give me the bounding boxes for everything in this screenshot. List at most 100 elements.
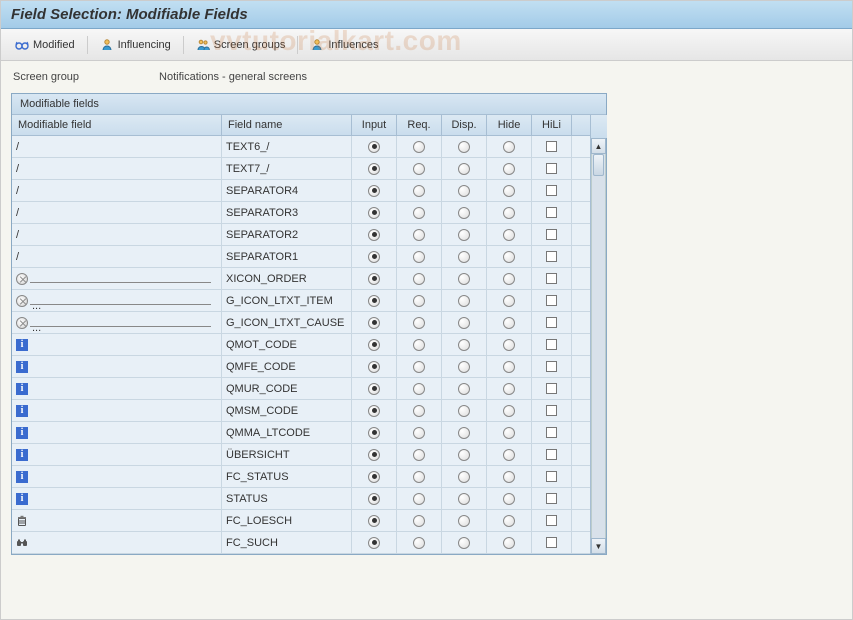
cell-field-name[interactable]: FC_SUCH: [222, 532, 352, 553]
cell-disp[interactable]: [442, 400, 487, 421]
hide-radio[interactable]: [503, 273, 515, 285]
cell-hide[interactable]: [487, 202, 532, 223]
table-row[interactable]: /TEXT7_/: [12, 158, 590, 180]
input-radio[interactable]: [368, 273, 380, 285]
req-radio[interactable]: [413, 163, 425, 175]
input-radio[interactable]: [368, 141, 380, 153]
cell-hide[interactable]: [487, 510, 532, 531]
cell-hili[interactable]: [532, 532, 572, 553]
req-radio[interactable]: [413, 207, 425, 219]
cell-hili[interactable]: [532, 180, 572, 201]
hide-radio[interactable]: [503, 295, 515, 307]
hili-checkbox[interactable]: [546, 185, 557, 196]
cell-modifiable-field[interactable]: i: [12, 466, 222, 487]
disp-radio[interactable]: [458, 471, 470, 483]
input-radio[interactable]: [368, 207, 380, 219]
input-radio[interactable]: [368, 405, 380, 417]
table-row[interactable]: iFC_STATUS: [12, 466, 590, 488]
cell-modifiable-field[interactable]: i: [12, 356, 222, 377]
cell-req[interactable]: [397, 334, 442, 355]
cell-req[interactable]: [397, 532, 442, 553]
cell-hili[interactable]: [532, 290, 572, 311]
cell-field-name[interactable]: QMUR_CODE: [222, 378, 352, 399]
cell-input[interactable]: [352, 356, 397, 377]
cell-hide[interactable]: [487, 532, 532, 553]
hide-radio[interactable]: [503, 163, 515, 175]
cell-field-name[interactable]: G_ICON_LTXT_CAUSE: [222, 312, 352, 333]
cell-disp[interactable]: [442, 466, 487, 487]
hili-checkbox[interactable]: [546, 229, 557, 240]
cell-field-name[interactable]: QMOT_CODE: [222, 334, 352, 355]
cell-hili[interactable]: [532, 224, 572, 245]
cell-input[interactable]: [352, 488, 397, 509]
hide-radio[interactable]: [503, 185, 515, 197]
disp-radio[interactable]: [458, 295, 470, 307]
cell-field-name[interactable]: QMFE_CODE: [222, 356, 352, 377]
cell-disp[interactable]: [442, 290, 487, 311]
table-row[interactable]: /SEPARATOR3: [12, 202, 590, 224]
hili-checkbox[interactable]: [546, 295, 557, 306]
table-row[interactable]: iQMFE_CODE: [12, 356, 590, 378]
cell-req[interactable]: [397, 356, 442, 377]
cell-disp[interactable]: [442, 268, 487, 289]
disp-radio[interactable]: [458, 207, 470, 219]
cell-hide[interactable]: [487, 180, 532, 201]
cell-hili[interactable]: [532, 312, 572, 333]
hide-radio[interactable]: [503, 405, 515, 417]
cell-req[interactable]: [397, 510, 442, 531]
table-row[interactable]: iQMOT_CODE: [12, 334, 590, 356]
cell-input[interactable]: [352, 312, 397, 333]
cell-req[interactable]: [397, 378, 442, 399]
req-radio[interactable]: [413, 471, 425, 483]
col-header-modifiable-field[interactable]: Modifiable field: [12, 115, 222, 135]
col-header-input[interactable]: Input: [352, 115, 397, 135]
hide-radio[interactable]: [503, 515, 515, 527]
hide-radio[interactable]: [503, 537, 515, 549]
input-radio[interactable]: [368, 427, 380, 439]
cell-hide[interactable]: [487, 488, 532, 509]
cell-field-name[interactable]: TEXT7_/: [222, 158, 352, 179]
input-radio[interactable]: [368, 317, 380, 329]
table-row[interactable]: FC_LOESCH: [12, 510, 590, 532]
cell-input[interactable]: [352, 400, 397, 421]
cell-field-name[interactable]: FC_LOESCH: [222, 510, 352, 531]
cell-hili[interactable]: [532, 334, 572, 355]
cell-hide[interactable]: [487, 356, 532, 377]
cell-hide[interactable]: [487, 466, 532, 487]
cell-req[interactable]: [397, 246, 442, 267]
table-row[interactable]: iQMMA_LTCODE: [12, 422, 590, 444]
hide-radio[interactable]: [503, 471, 515, 483]
cell-hide[interactable]: [487, 224, 532, 245]
col-header-disp[interactable]: Disp.: [442, 115, 487, 135]
scroll-track[interactable]: [591, 154, 606, 538]
cell-field-name[interactable]: STATUS: [222, 488, 352, 509]
cell-hili[interactable]: [532, 488, 572, 509]
disp-radio[interactable]: [458, 515, 470, 527]
hili-checkbox[interactable]: [546, 427, 557, 438]
input-radio[interactable]: [368, 251, 380, 263]
cell-hili[interactable]: [532, 510, 572, 531]
cell-field-name[interactable]: SEPARATOR1: [222, 246, 352, 267]
hili-checkbox[interactable]: [546, 449, 557, 460]
cell-hide[interactable]: [487, 158, 532, 179]
cell-modifiable-field[interactable]: /: [12, 246, 222, 267]
cell-modifiable-field[interactable]: [12, 312, 222, 333]
table-row[interactable]: /SEPARATOR4: [12, 180, 590, 202]
cell-hide[interactable]: [487, 378, 532, 399]
cell-hili[interactable]: [532, 268, 572, 289]
hide-radio[interactable]: [503, 251, 515, 263]
input-radio[interactable]: [368, 515, 380, 527]
cell-disp[interactable]: [442, 334, 487, 355]
req-radio[interactable]: [413, 405, 425, 417]
table-row[interactable]: iÜBERSICHT: [12, 444, 590, 466]
cell-field-name[interactable]: QMSM_CODE: [222, 400, 352, 421]
col-header-hide[interactable]: Hide: [487, 115, 532, 135]
input-radio[interactable]: [368, 229, 380, 241]
hide-radio[interactable]: [503, 207, 515, 219]
table-row[interactable]: iSTATUS: [12, 488, 590, 510]
disp-radio[interactable]: [458, 339, 470, 351]
input-radio[interactable]: [368, 449, 380, 461]
hide-radio[interactable]: [503, 229, 515, 241]
cell-input[interactable]: [352, 136, 397, 157]
select-all-corner[interactable]: [591, 115, 607, 138]
